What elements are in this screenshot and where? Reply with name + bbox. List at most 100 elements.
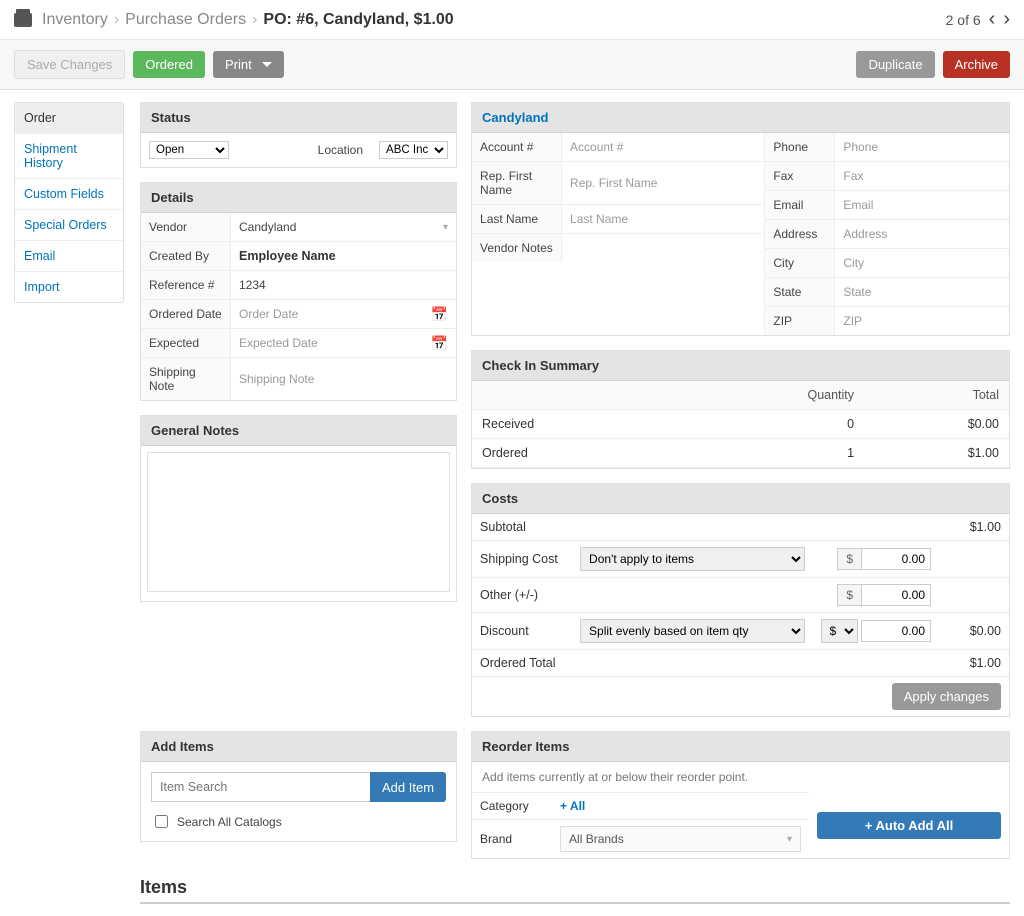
last-name-label: Last Name (472, 205, 562, 233)
shipping-label: Shipping Cost (472, 541, 572, 578)
fax-label: Fax (765, 162, 835, 190)
sidebar-item-email[interactable]: Email (15, 241, 123, 272)
pagination: 2 of 6 ‹ › (946, 8, 1010, 31)
costs-panel: Costs Subtotal $1.00 Shipping Cost Don't… (471, 483, 1010, 717)
prev-button[interactable]: ‹ (989, 8, 996, 31)
apply-changes-button[interactable]: Apply changes (892, 683, 1001, 710)
print-dropdown[interactable]: Print (213, 51, 284, 78)
shipping-mode-select[interactable]: Don't apply to items (580, 547, 804, 571)
address-input[interactable] (843, 225, 1001, 243)
zip-label: ZIP (765, 307, 835, 335)
shipping-currency: $ (837, 548, 861, 570)
other-input[interactable] (861, 584, 931, 606)
add-item-button[interactable]: Add Item (370, 772, 446, 802)
brand-label: Brand (480, 832, 550, 846)
costs-header: Costs (472, 484, 1009, 514)
checkin-panel: Check In Summary Quantity Total Received… (471, 350, 1010, 469)
next-button[interactable]: › (1003, 8, 1010, 31)
chevron-right-icon: › (252, 11, 257, 29)
ordered-date-input[interactable] (239, 305, 427, 323)
account-input[interactable] (570, 138, 756, 156)
auto-add-all-button[interactable]: + Auto Add All (817, 812, 1001, 839)
vendor-value[interactable]: Candyland (239, 220, 296, 234)
received-total: $0.00 (864, 410, 1009, 439)
sidebar-item-custom-fields[interactable]: Custom Fields (15, 179, 123, 210)
col-quantity: Quantity (676, 381, 864, 410)
inventory-icon (14, 13, 32, 27)
save-button[interactable]: Save Changes (14, 50, 125, 79)
ordered-total-value: $1.00 (939, 650, 1009, 677)
reference-label: Reference # (141, 271, 231, 299)
add-items-panel: Add Items Add Item Search All Catalogs (140, 731, 457, 842)
expected-label: Expected (141, 329, 231, 357)
city-input[interactable] (843, 254, 1001, 272)
subtotal-value: $1.00 (939, 514, 1009, 541)
expected-input[interactable] (239, 334, 427, 352)
checkin-header: Check In Summary (472, 351, 1009, 381)
plus-all-link[interactable]: + All (560, 799, 585, 813)
created-by-label: Created By (141, 242, 231, 270)
calendar-icon[interactable]: 📅 (431, 335, 448, 352)
status-select[interactable]: Open (149, 141, 229, 159)
rep-first-input[interactable] (570, 174, 756, 192)
status-header: Status (141, 103, 456, 133)
caret-down-icon: ▾ (787, 834, 792, 845)
shipping-input[interactable] (861, 548, 931, 570)
chevron-right-icon: › (114, 11, 119, 29)
sidebar-item-import[interactable]: Import (15, 272, 123, 302)
ordered-date-label: Ordered Date (141, 300, 231, 328)
search-all-checkbox[interactable] (155, 815, 168, 828)
discount-mode-select[interactable]: Split evenly based on item qty (580, 619, 804, 643)
crumb-current: PO: #6, Candyland, $1.00 (263, 11, 453, 29)
crumb-po-list[interactable]: Purchase Orders (125, 11, 246, 29)
sidebar-item-order[interactable]: Order (15, 103, 123, 134)
other-currency: $ (837, 584, 861, 606)
vendor-label: Vendor (141, 213, 231, 241)
sidebar-item-shipment-history[interactable]: Shipment History (15, 134, 123, 179)
reorder-header: Reorder Items (472, 732, 1009, 762)
breadcrumb: Inventory › Purchase Orders › PO: #6, Ca… (14, 11, 454, 29)
brand-select[interactable]: All Brands ▾ (560, 826, 801, 852)
shipping-note-input[interactable] (239, 370, 448, 388)
zip-input[interactable] (843, 312, 1001, 330)
add-items-header: Add Items (141, 732, 456, 762)
calendar-icon[interactable]: 📅 (431, 306, 448, 323)
phone-input[interactable] (843, 138, 1001, 156)
discount-label: Discount (472, 613, 572, 650)
vendor-header-link[interactable]: Candyland (472, 103, 1009, 133)
address-label: Address (765, 220, 835, 248)
last-name-input[interactable] (570, 210, 756, 228)
other-label: Other (+/-) (472, 578, 572, 613)
received-label: Received (472, 410, 676, 439)
page-indicator: 2 of 6 (946, 12, 981, 28)
status-panel: Status Open Location ABC Inc (140, 102, 457, 168)
ordered-qty: 1 (676, 439, 864, 468)
state-input[interactable] (843, 283, 1001, 301)
subtotal-label: Subtotal (472, 514, 572, 541)
col-total: Total (864, 381, 1009, 410)
archive-button[interactable]: Archive (943, 51, 1010, 78)
item-search-input[interactable] (151, 772, 370, 802)
reference-input[interactable] (239, 276, 448, 294)
ordered-total-label: Ordered Total (472, 650, 572, 677)
caret-down-icon[interactable]: ▾ (443, 222, 448, 233)
account-label: Account # (472, 133, 562, 161)
location-label: Location (318, 143, 363, 157)
search-all-label: Search All Catalogs (177, 815, 282, 829)
discount-input[interactable] (861, 620, 931, 642)
sidebar: Order Shipment History Custom Fields Spe… (14, 102, 124, 303)
city-label: City (765, 249, 835, 277)
details-panel: Details Vendor Candyland ▾ Created By Em… (140, 182, 457, 401)
duplicate-button[interactable]: Duplicate (856, 51, 934, 78)
discount-currency-select[interactable]: $ (821, 619, 858, 643)
location-select[interactable]: ABC Inc (379, 141, 448, 159)
rep-first-label: Rep. First Name (472, 162, 562, 204)
sidebar-item-special-orders[interactable]: Special Orders (15, 210, 123, 241)
email-input[interactable] (843, 196, 1001, 214)
crumb-inventory[interactable]: Inventory (42, 11, 108, 29)
general-notes-textarea[interactable] (147, 452, 450, 592)
ordered-button[interactable]: Ordered (133, 51, 205, 78)
reorder-hint: Add items currently at or below their re… (472, 762, 1009, 792)
fax-input[interactable] (843, 167, 1001, 185)
vendor-notes-textarea[interactable] (570, 239, 756, 315)
